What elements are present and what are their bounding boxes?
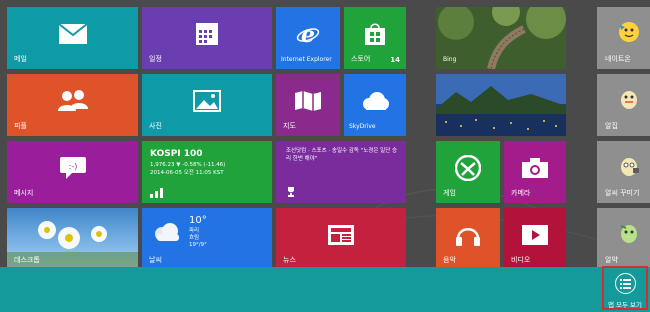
nateon-icon <box>618 21 640 43</box>
tile-label: SkyDrive <box>349 123 376 130</box>
tile-label: 뉴스 <box>283 256 296 264</box>
tile-label: 메시지 <box>14 189 34 197</box>
tile-label: 메일 <box>14 55 27 63</box>
chart-icon <box>150 188 163 198</box>
tile-label: 일정 <box>149 55 162 63</box>
tile-label: 알약 <box>605 256 618 264</box>
tile-bing-travel[interactable] <box>436 74 566 136</box>
gamepad-icon <box>455 155 481 182</box>
tile-label: Internet Explorer <box>281 56 332 63</box>
tile-alsee-decorate[interactable]: 알씨 꾸미기 <box>597 141 650 203</box>
alyac-egg-icon <box>618 222 640 244</box>
tile-label: 피플 <box>14 122 27 130</box>
tile-label: Bing <box>443 56 457 63</box>
trophy-icon <box>288 187 294 197</box>
envelope-icon <box>57 23 88 45</box>
finance-change: 1,976.23 ▼ -0.58% (-11.46) <box>150 162 226 168</box>
tile-label: 스토어 <box>351 55 371 63</box>
tile-maps[interactable]: 지도 <box>276 74 340 136</box>
tile-games[interactable]: 게임 <box>436 141 500 203</box>
tile-label: 지도 <box>283 122 296 130</box>
tile-store[interactable]: 스토어 14 <box>344 7 406 69</box>
all-apps-button[interactable]: 앱 모두 보기 <box>602 266 648 310</box>
tile-label: 날씨 <box>149 256 162 264</box>
tile-label: 카메라 <box>511 189 531 197</box>
city-night-image <box>436 74 566 136</box>
tile-label: 비디오 <box>511 256 531 264</box>
internet-explorer-icon: e <box>296 22 320 46</box>
store-update-badge: 14 <box>390 56 400 64</box>
tile-music[interactable]: 음악 <box>436 208 500 270</box>
finance-timestamp: 2014-06-05 오전 11:05 KST <box>150 170 224 176</box>
tile-label: 데스크톱 <box>14 256 40 264</box>
tile-label: 알씨 꾸미기 <box>605 189 640 197</box>
finance-ticker: KOSPI 100 <box>150 149 203 159</box>
tile-people[interactable]: 피플 <box>7 74 138 136</box>
tile-label: 알집 <box>605 122 618 130</box>
app-bar <box>0 267 650 312</box>
chat-bubble-icon: :-) <box>59 156 87 180</box>
tile-video[interactable]: 비디오 <box>504 208 566 270</box>
tile-messaging[interactable]: :-) 메시지 <box>7 141 138 203</box>
tile-mail[interactable]: 메일 <box>7 7 138 69</box>
tile-alyac[interactable]: 알약 <box>597 208 650 270</box>
play-icon <box>521 224 549 246</box>
camera-icon <box>521 157 549 179</box>
tile-weather[interactable]: 10° 파리 흐림 19°/9° 날씨 <box>142 208 272 270</box>
all-apps-label: 앱 모두 보기 <box>607 301 643 309</box>
tile-skydrive[interactable]: SkyDrive <box>344 74 406 136</box>
tile-finance[interactable]: KOSPI 100 1,976.23 ▼ -0.58% (-11.46) 201… <box>142 141 272 203</box>
weather-range: 19°/9° <box>189 242 207 248</box>
store-bag-icon <box>364 22 386 46</box>
tile-camera[interactable]: 카메라 <box>504 141 566 203</box>
news-headline: 조선닷컴 · 스포츠 · 송일수 감독 "노경은 일단 승리 한번 해야" <box>286 148 398 162</box>
tile-news-headline[interactable]: 조선닷컴 · 스포츠 · 송일수 감독 "노경은 일단 승리 한번 해야" <box>276 141 406 203</box>
tile-label: 네이트온 <box>605 55 631 63</box>
tile-desktop[interactable]: 데스크톱 <box>7 208 138 270</box>
photo-icon <box>193 90 221 113</box>
tile-label: 게임 <box>443 189 456 197</box>
tile-alzip[interactable]: 알집 <box>597 74 650 136</box>
newspaper-icon <box>327 224 355 246</box>
tile-label: 음악 <box>443 256 456 264</box>
alsee-egg-icon <box>618 155 640 177</box>
map-icon <box>294 90 322 112</box>
weather-city: 파리 <box>189 228 200 234</box>
tile-internet-explorer[interactable]: e Internet Explorer <box>276 7 340 69</box>
all-apps-icon <box>615 273 636 294</box>
cloud-icon <box>360 91 390 111</box>
alzip-egg-icon <box>619 88 639 110</box>
tile-calendar[interactable]: 일정 <box>142 7 272 69</box>
cloud-weather-icon <box>152 222 182 246</box>
tile-nateon[interactable]: 네이트온 <box>597 7 650 69</box>
tile-photos[interactable]: 사진 <box>142 74 272 136</box>
weather-condition: 흐림 <box>189 235 200 241</box>
people-icon <box>56 89 90 113</box>
calendar-icon <box>195 22 219 46</box>
svg-text::-): :-) <box>68 162 77 171</box>
headphones-icon <box>455 223 481 247</box>
weather-temp: 10° <box>189 215 207 226</box>
tile-news[interactable]: 뉴스 <box>276 208 406 270</box>
tile-label: 사진 <box>149 122 162 130</box>
svg-text:e: e <box>301 22 315 46</box>
tile-bing[interactable]: Bing <box>436 7 566 69</box>
